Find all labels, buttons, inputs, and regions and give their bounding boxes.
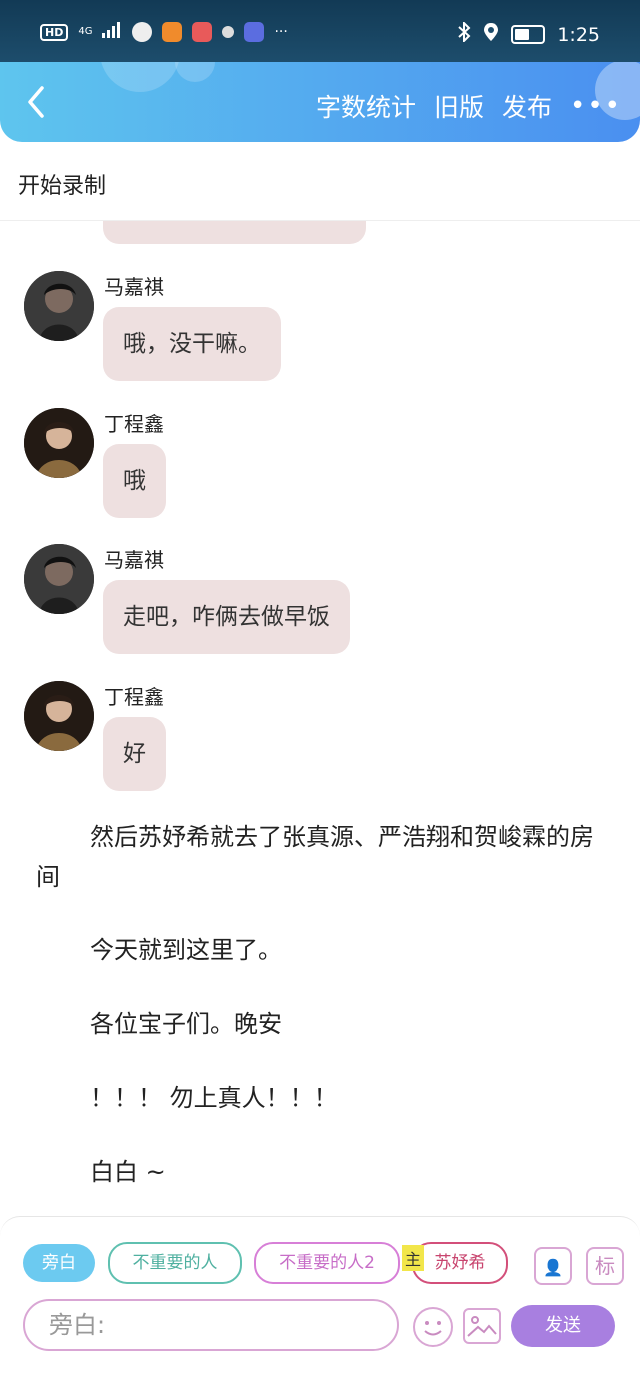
message-bubble[interactable]: 走吧，咋俩去做早饭	[103, 580, 350, 654]
narration-paragraph[interactable]: 今天就到这里了。	[36, 930, 610, 970]
narration-paragraph[interactable]: ！！！ 勿上真人！！！	[36, 1078, 610, 1118]
hd-badge: HD	[40, 23, 69, 41]
image-icon	[467, 1316, 497, 1337]
chat-area[interactable]: 马嘉祺 哦，没干嘛。 丁程鑫 哦 马嘉祺 走吧，咋俩去做早饭 丁程鑫 好 然后苏…	[0, 221, 640, 1216]
signal-icon	[102, 22, 122, 42]
chevron-left-icon	[28, 86, 44, 118]
decor-bubble	[175, 62, 215, 82]
message-bubble[interactable]: 哦，没干嘛。	[103, 307, 281, 381]
app-icon-video	[162, 22, 183, 42]
sender-name: 马嘉祺	[104, 548, 164, 572]
publish-button[interactable]: 发布	[502, 88, 552, 124]
network-type: 4G	[78, 26, 93, 37]
person-icon: 👤	[543, 1258, 563, 1277]
role-chip-minor-2[interactable]: 不重要的人2	[254, 1242, 400, 1284]
role-chip-main[interactable]: 苏妤希	[412, 1242, 508, 1284]
message-bubble[interactable]: 好	[103, 717, 166, 791]
narration-paragraph[interactable]: 然后苏妤希就去了张真源、严浩翔和贺峻霖的房间	[36, 817, 610, 897]
app-icon-reader	[192, 22, 213, 42]
more-menu-button[interactable]: •••	[570, 91, 622, 121]
message-bubble	[103, 221, 366, 244]
record-bar: 开始录制	[0, 142, 640, 221]
more-notifications-icon: ···	[274, 24, 288, 40]
narration-paragraph[interactable]: 白白 ~	[36, 1152, 610, 1192]
mark-icon: 标	[595, 1254, 615, 1278]
role-chip-minor[interactable]: 不重要的人	[108, 1242, 242, 1284]
decor-bubble	[100, 62, 180, 92]
avatar[interactable]	[24, 271, 94, 341]
emoji-button[interactable]	[413, 1307, 453, 1347]
sender-name: 丁程鑫	[104, 412, 164, 436]
character-settings-button[interactable]: 👤	[534, 1247, 572, 1285]
bluetooth-icon	[457, 20, 471, 47]
app-icon-study	[244, 22, 265, 42]
old-version-button[interactable]: 旧版	[434, 88, 484, 124]
app-icon-browser	[132, 22, 153, 42]
composer-panel: 旁白 不重要的人 不重要的人2 苏妤希 主 👤 标 旁白: 发送	[0, 1216, 640, 1357]
send-button[interactable]: 发送	[511, 1305, 615, 1347]
narration-paragraph[interactable]: 各位宝子们。晚安	[36, 1004, 610, 1044]
role-chip-narrator[interactable]: 旁白	[23, 1244, 95, 1282]
main-role-tag: 主	[402, 1245, 425, 1271]
word-count-button[interactable]: 字数统计	[316, 88, 416, 124]
battery-icon	[511, 25, 546, 44]
avatar[interactable]	[24, 544, 94, 614]
back-button[interactable]	[22, 84, 54, 120]
app-icon-weibo	[222, 26, 235, 38]
avatar[interactable]	[24, 408, 94, 478]
image-button[interactable]	[463, 1308, 501, 1344]
avatar[interactable]	[24, 681, 94, 751]
location-icon	[483, 22, 499, 47]
mark-button[interactable]: 标	[586, 1247, 624, 1285]
clock: 1:25	[557, 23, 600, 46]
message-input[interactable]: 旁白:	[23, 1299, 399, 1351]
sender-name: 马嘉祺	[104, 275, 164, 299]
status-bar: HD 4G ··· 1:25	[0, 0, 640, 62]
sender-name: 丁程鑫	[104, 685, 164, 709]
top-app-bar: 字数统计 旧版 发布 •••	[0, 62, 640, 142]
system-nav-area	[0, 1356, 640, 1387]
smiley-icon	[424, 1321, 442, 1336]
start-recording-button[interactable]: 开始录制	[18, 168, 106, 200]
message-bubble[interactable]: 哦	[103, 444, 166, 518]
